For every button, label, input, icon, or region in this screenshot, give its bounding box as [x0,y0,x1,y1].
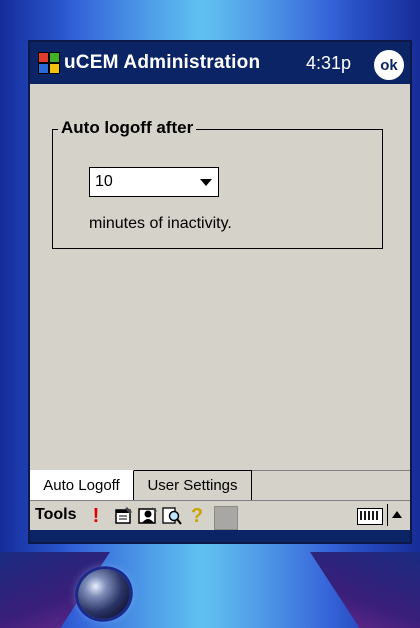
device-corner-right [310,552,420,628]
group-legend: Auto logoff after [58,118,197,138]
blank-icon[interactable] [214,506,238,530]
content-area: Auto logoff after 10 minutes of inactivi… [30,84,410,468]
dropdown-value: 10 [95,173,113,190]
tab-bar: Auto Logoff User Settings [30,470,410,501]
menu-bar: Tools ! ? [30,500,410,531]
chevron-up-icon[interactable] [392,511,402,518]
tools-menu[interactable]: Tools [35,506,76,524]
clock[interactable]: 4:31p [306,53,351,74]
bottom-strip [30,530,410,542]
find-icon[interactable] [162,506,182,526]
app-title: uCEM Administration [64,52,261,73]
minutes-dropdown[interactable]: 10 [89,167,219,197]
sip-divider [387,504,388,526]
device-frame: uCEM Administration 4:31p ok Auto logoff… [0,0,420,628]
user-icon[interactable] [138,506,158,526]
windows-start-icon[interactable] [38,52,60,74]
tab-user-settings[interactable]: User Settings [134,470,252,500]
help-icon[interactable]: ? [187,505,207,527]
ok-button[interactable]: ok [374,50,404,80]
exclamation-icon[interactable]: ! [86,505,106,527]
device-screen: uCEM Administration 4:31p ok Auto logoff… [28,40,412,544]
inactivity-label: minutes of inactivity. [89,215,232,232]
chevron-down-icon[interactable] [200,179,212,186]
keyboard-icon[interactable] [357,508,383,525]
properties-icon[interactable] [114,506,134,526]
tab-auto-logoff[interactable]: Auto Logoff [30,470,134,500]
title-bar: uCEM Administration 4:31p ok [30,42,410,84]
